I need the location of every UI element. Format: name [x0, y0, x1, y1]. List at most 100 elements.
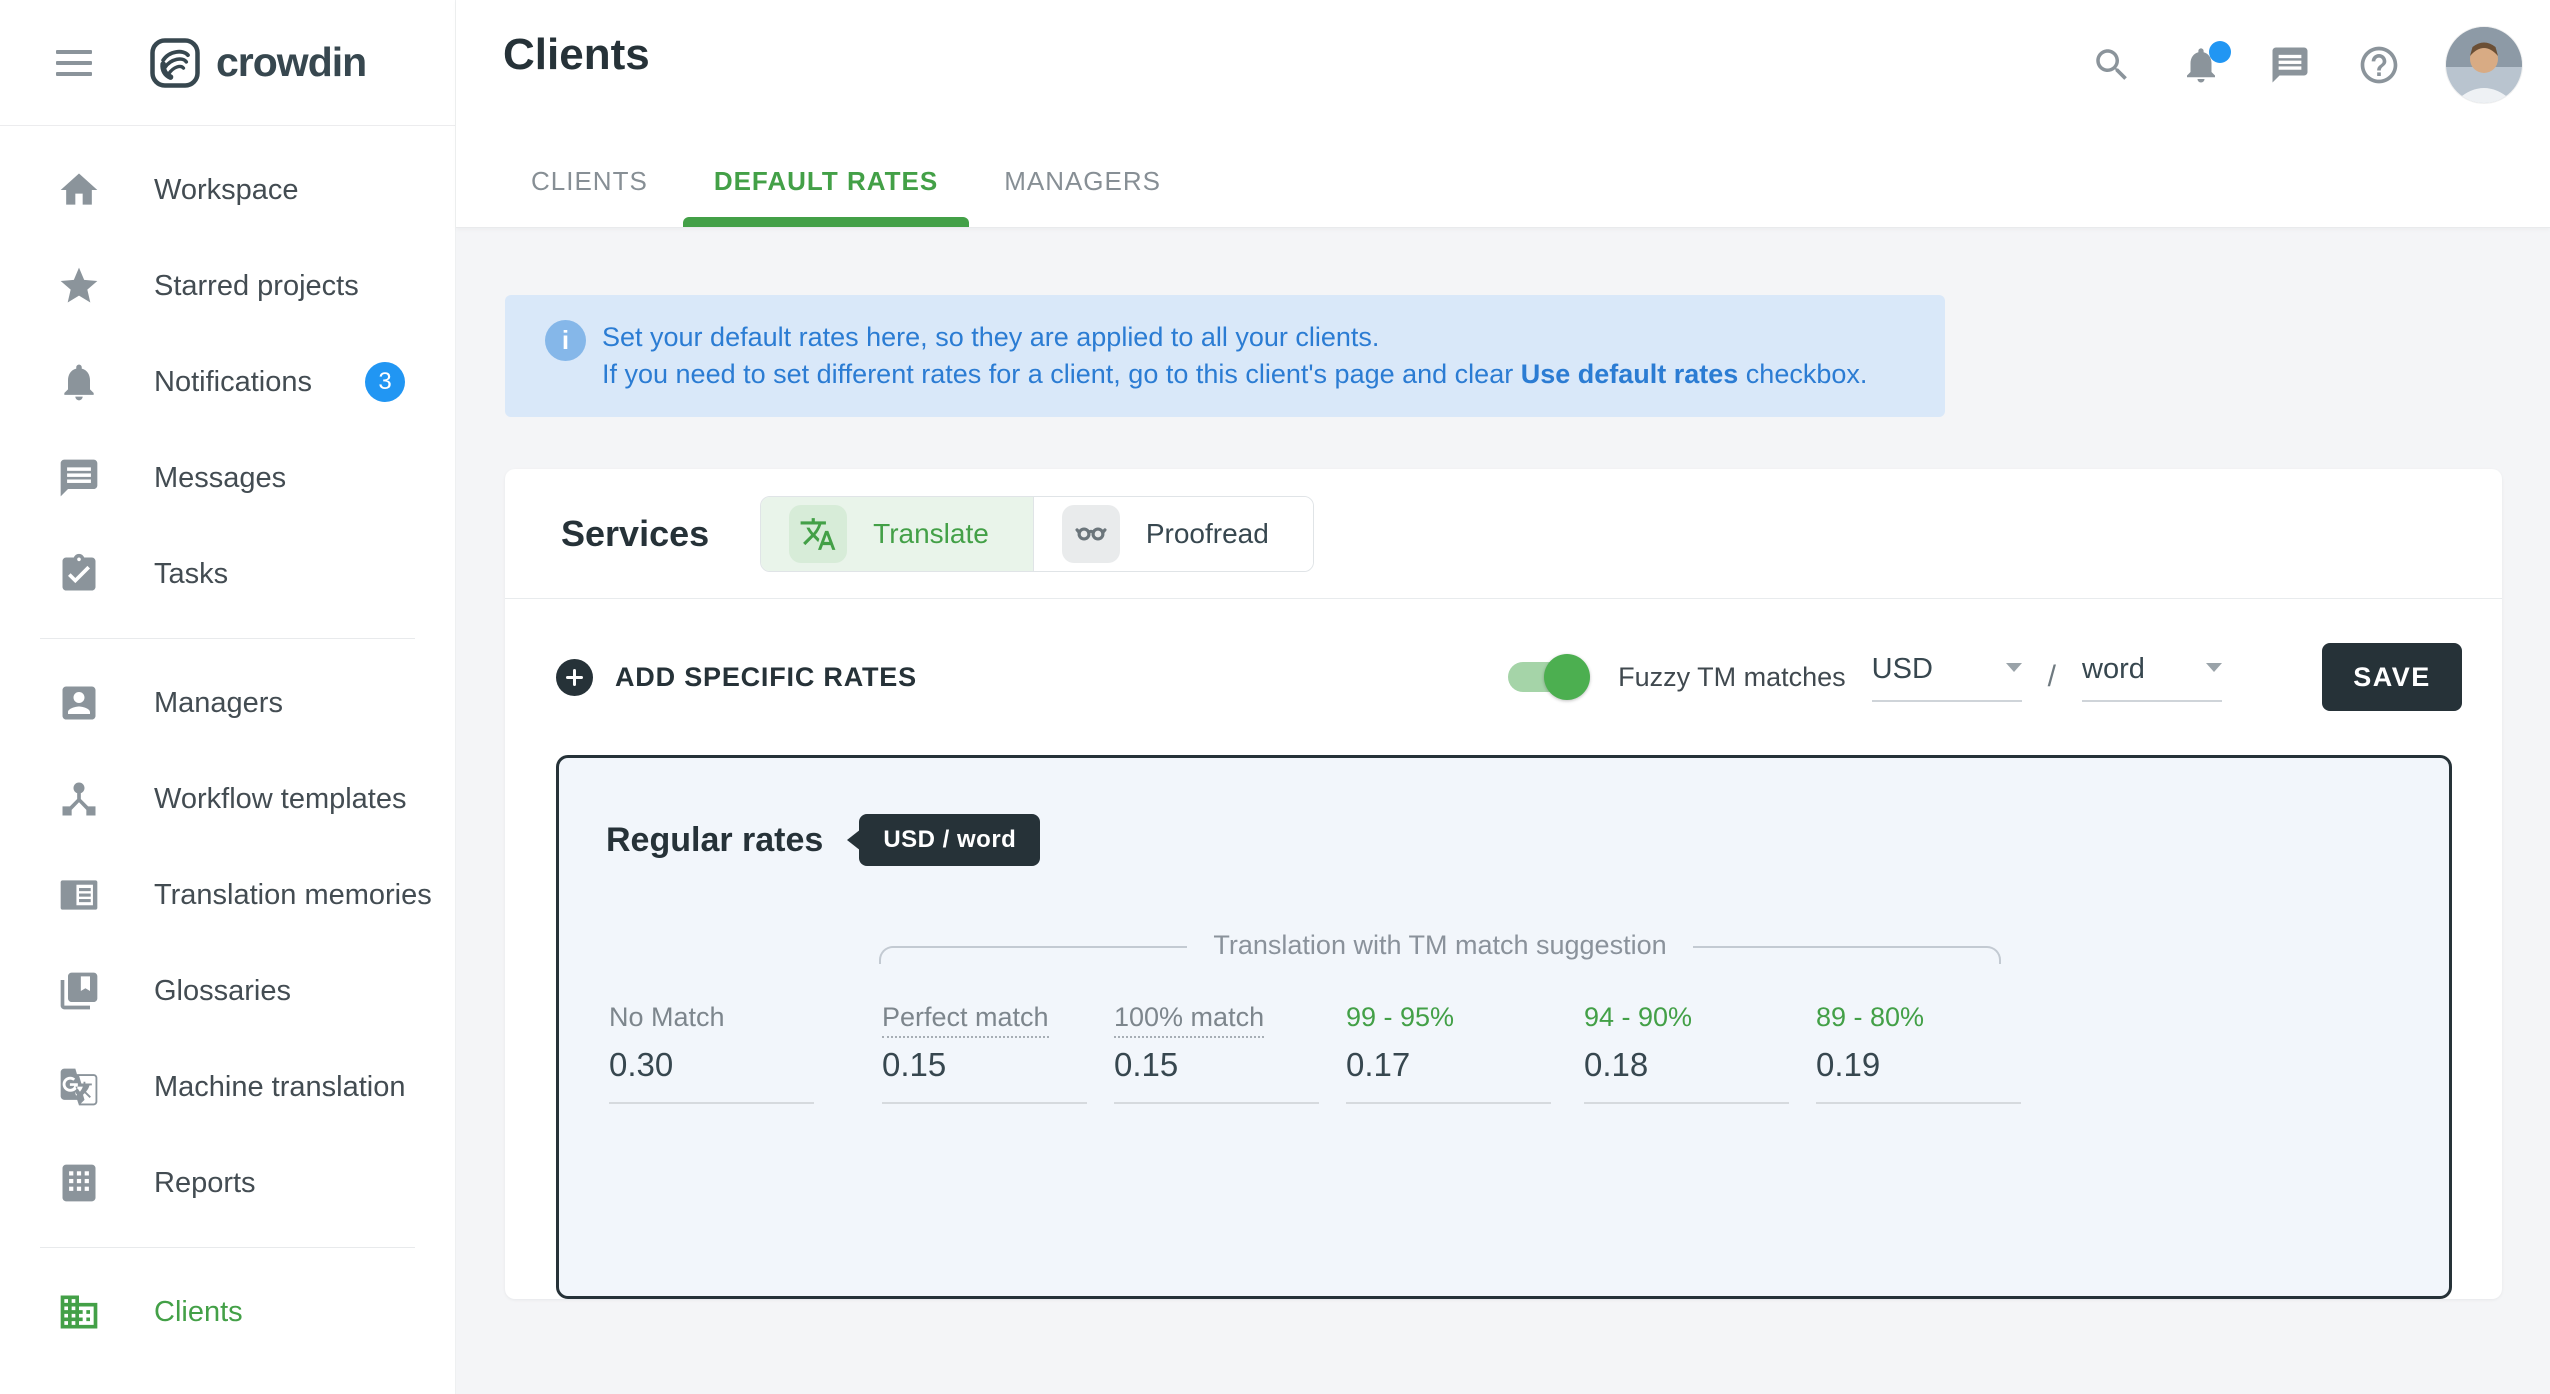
service-switcher: Translate Proofread: [760, 496, 1314, 572]
services-section: Services Translate Proofread: [505, 469, 2502, 599]
rate-input-100-match[interactable]: [1114, 1046, 1319, 1104]
info-banner: i Set your default rates here, so they a…: [505, 295, 1945, 417]
sidebar-item-workflow-templates[interactable]: Workflow templates: [0, 751, 455, 847]
toggle-knob: [1544, 654, 1590, 700]
banner-line2-bold: Use default rates: [1521, 359, 1739, 389]
currency-unit-badge: USD / word: [859, 814, 1040, 866]
add-specific-rates-label: ADD SPECIFIC RATES: [615, 662, 917, 693]
sidebar-nav: Workspace Starred projects Notifications…: [0, 126, 455, 1360]
tab-clients[interactable]: CLIENTS: [531, 166, 648, 227]
chevron-down-icon: [2206, 663, 2222, 672]
fuzzy-tm-toggle[interactable]: [1508, 662, 1584, 692]
tab-default-rates[interactable]: DEFAULT RATES: [714, 166, 938, 227]
service-proofread-button[interactable]: Proofread: [1033, 497, 1313, 571]
rate-input-89-80[interactable]: [1816, 1046, 2021, 1104]
sidebar-item-tasks[interactable]: Tasks: [0, 526, 455, 622]
crowdin-logo[interactable]: crowdin: [148, 36, 366, 90]
sidebar-item-label: Tasks: [154, 558, 228, 591]
rate-column-perfect-match: Perfect match: [882, 1002, 1114, 1104]
service-translate-label: Translate: [873, 518, 989, 550]
sidebar-item-reports[interactable]: Reports: [0, 1135, 455, 1231]
notifications-count-badge: 3: [365, 362, 405, 402]
service-translate-button[interactable]: Translate: [761, 497, 1033, 571]
currency-select[interactable]: USD: [1872, 653, 2022, 702]
sidebar-item-glossaries[interactable]: Glossaries: [0, 943, 455, 1039]
building-icon: [57, 1290, 101, 1334]
app-window: crowdin Workspace Starred projects Notif…: [0, 0, 2550, 1394]
help-button[interactable]: [2357, 43, 2401, 87]
sidebar-item-label: Managers: [154, 687, 283, 720]
hamburger-menu-icon[interactable]: [56, 43, 92, 83]
fuzzy-tm-label: Fuzzy TM matches: [1618, 662, 1846, 693]
unread-notification-dot: [2209, 41, 2231, 63]
help-icon: [2357, 43, 2401, 87]
page-title: Clients: [503, 30, 650, 80]
regular-rates-title: Regular rates: [606, 821, 823, 860]
sidebar-item-label: Starred projects: [154, 270, 359, 303]
sidebar-item-translation-memories[interactable]: Translation memories: [0, 847, 455, 943]
default-rates-card: Services Translate Proofread: [505, 469, 2502, 1299]
rate-column-100-match: 100% match: [1114, 1002, 1346, 1104]
sidebar-item-clients[interactable]: Clients: [0, 1264, 455, 1360]
books-bookmark-icon: [57, 969, 101, 1013]
sidebar-item-label: Notifications: [154, 366, 312, 399]
banner-line2-suffix: checkbox.: [1738, 359, 1867, 389]
rate-column-no-match: No Match: [609, 1002, 882, 1104]
crowdin-logo-icon: [148, 36, 202, 90]
save-button[interactable]: SAVE: [2322, 643, 2462, 711]
avatar-photo: [2446, 27, 2522, 103]
home-icon: [57, 168, 101, 212]
calculator-icon: [57, 1161, 101, 1205]
workflow-hub-icon: [57, 777, 101, 821]
rate-columns: No Match Perfect match 100% match 9: [609, 1002, 2048, 1104]
person-card-icon: [57, 681, 101, 725]
sidebar-item-messages[interactable]: Messages: [0, 430, 455, 526]
notifications-button[interactable]: [2179, 43, 2223, 87]
unit-select[interactable]: word: [2082, 653, 2222, 702]
add-specific-rates-button[interactable]: ADD SPECIFIC RATES: [556, 659, 917, 696]
currency-value: USD: [1872, 653, 1933, 686]
sidebar: crowdin Workspace Starred projects Notif…: [0, 0, 456, 1394]
sidebar-item-label: Machine translation: [154, 1071, 405, 1104]
rate-input-94-90[interactable]: [1584, 1046, 1789, 1104]
chat-icon: [2269, 44, 2311, 86]
sidebar-item-machine-translation[interactable]: Machine translation: [0, 1039, 455, 1135]
rate-input-no-match[interactable]: [609, 1046, 814, 1104]
rate-label: Perfect match: [882, 1002, 1114, 1038]
bracket-line-left: [879, 946, 1187, 964]
tab-managers[interactable]: MANAGERS: [1004, 166, 1161, 227]
sidebar-item-label: Clients: [154, 1296, 243, 1329]
plus-icon: [556, 659, 593, 696]
rate-label: 100% match: [1114, 1002, 1346, 1038]
sidebar-item-label: Workspace: [154, 174, 299, 207]
tm-card-icon: [57, 873, 101, 917]
services-title: Services: [561, 513, 709, 555]
topbar-actions: [2090, 0, 2522, 130]
service-proofread-label: Proofread: [1146, 518, 1269, 550]
tab-bar: CLIENTS DEFAULT RATES MANAGERS: [531, 166, 1161, 227]
tm-match-group-bracket: Translation with TM match suggestion: [879, 930, 2001, 964]
sidebar-item-label: Workflow templates: [154, 783, 407, 816]
rate-input-99-95[interactable]: [1346, 1046, 1551, 1104]
sidebar-item-starred-projects[interactable]: Starred projects: [0, 238, 455, 334]
search-button[interactable]: [2090, 43, 2134, 87]
rate-label: 99 - 95%: [1346, 1002, 1584, 1038]
rate-column-94-90: 94 - 90%: [1584, 1002, 1816, 1104]
regular-rates-panel: Regular rates USD / word Translation wit…: [556, 755, 2452, 1299]
search-icon: [2091, 44, 2133, 86]
bell-icon: [57, 360, 101, 404]
sidebar-item-managers[interactable]: Managers: [0, 655, 455, 751]
user-avatar[interactable]: [2446, 27, 2522, 103]
messages-button[interactable]: [2268, 43, 2312, 87]
sidebar-item-label: Reports: [154, 1167, 256, 1200]
rate-label: 89 - 80%: [1816, 1002, 2048, 1038]
sidebar-item-label: Glossaries: [154, 975, 291, 1008]
chevron-down-icon: [2006, 663, 2022, 672]
rates-toolbar: ADD SPECIFIC RATES Fuzzy TM matches USD …: [505, 599, 2502, 755]
tm-match-group-label: Translation with TM match suggestion: [1213, 930, 1666, 961]
sidebar-item-workspace[interactable]: Workspace: [0, 142, 455, 238]
banner-line2-prefix: If you need to set different rates for a…: [602, 359, 1521, 389]
sidebar-item-notifications[interactable]: Notifications 3: [0, 334, 455, 430]
crowdin-wordmark: crowdin: [216, 39, 366, 86]
rate-input-perfect-match[interactable]: [882, 1046, 1087, 1104]
